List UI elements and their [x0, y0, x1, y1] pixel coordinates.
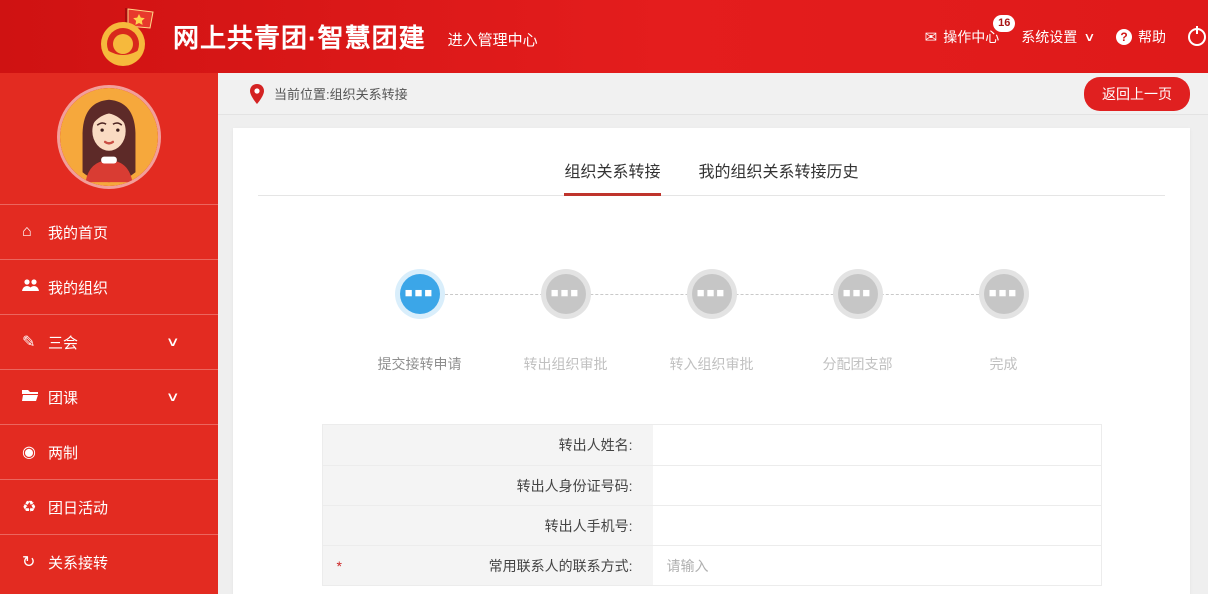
edit-icon: ✎: [22, 334, 36, 351]
step-submit-application: ■■■ 提交接转申请: [347, 274, 493, 374]
sidebar-item-home[interactable]: ⌂ 我的首页: [0, 204, 218, 259]
tab-relation-transfer[interactable]: 组织关系转接: [564, 158, 661, 196]
form-row-name: 转出人姓名:: [322, 425, 1101, 465]
sidebar-item-label: 两制: [48, 444, 79, 462]
tab-bar: 组织关系转接 我的组织关系转接历史: [258, 128, 1165, 196]
chevron-down-icon: ∨: [1083, 29, 1096, 44]
enter-admin-link[interactable]: 进入管理中心: [448, 29, 538, 50]
sidebar-item-two-systems[interactable]: ◉ 两制: [0, 424, 218, 479]
step-incoming-approval: ■■■ 转入组织审批: [639, 274, 785, 374]
app-title: 网上共青团·智慧团建: [173, 23, 426, 53]
sidebar-item-organization[interactable]: 我的组织: [0, 259, 218, 314]
help-menu[interactable]: ? 帮助: [1116, 27, 1166, 47]
users-icon: [22, 278, 48, 297]
phone-value: [652, 506, 1101, 545]
sidebar-item-label: 三会: [48, 334, 79, 352]
ellipsis-icon: ■■■: [696, 284, 727, 300]
logout-button[interactable]: [1188, 25, 1206, 46]
app-header: 网上共青团·智慧团建 进入管理中心 ✉ 操作中心 16 系统设置 ∨ ? 帮助: [0, 0, 1208, 73]
home-icon: ⌂: [22, 223, 32, 240]
sidebar-item-label: 我的组织: [48, 279, 109, 297]
breadcrumb: 当前位置:组织关系转接: [274, 87, 408, 102]
step-circle: ■■■: [983, 274, 1024, 314]
sidebar-item-meetings[interactable]: ✎ 三会 ∨: [0, 314, 218, 369]
folder-icon: [22, 388, 48, 407]
main-content: 当前位置:组织关系转接 返回上一页 组织关系转接 我的组织关系转接历史 ■■■ …: [218, 73, 1208, 594]
required-asterisk: *: [336, 557, 342, 574]
league-emblem-logo: [95, 6, 159, 68]
chevron-down-icon: ∨: [166, 389, 181, 404]
help-icon: ?: [1116, 28, 1132, 45]
system-settings-menu[interactable]: 系统设置 ∨: [1021, 27, 1096, 47]
notification-badge: 16: [993, 14, 1016, 32]
location-pin-icon: [250, 83, 264, 104]
back-button[interactable]: 返回上一页: [1084, 76, 1190, 111]
contact-method-input[interactable]: [666, 557, 1079, 574]
step-circle: ■■■: [837, 274, 878, 314]
step-circle: ■■■: [691, 274, 732, 314]
step-progress: ■■■ 提交接转申请 ■■■ 转出组织审批 ■■■ 转入组织审批 ■■■ 分配团…: [347, 274, 1077, 374]
ellipsis-icon: ■■■: [550, 284, 581, 300]
recycle-icon: ♻: [22, 499, 37, 516]
sidebar-item-label: 团日活动: [48, 499, 109, 517]
avatar[interactable]: [60, 88, 158, 186]
ellipsis-icon: ■■■: [988, 284, 1019, 300]
sidebar-item-league-day[interactable]: ♻ 团日活动: [0, 479, 218, 534]
sidebar-item-league-class[interactable]: 团课 ∨: [0, 369, 218, 424]
chevron-down-icon: ∨: [166, 334, 181, 349]
step-complete: ■■■ 完成: [931, 274, 1077, 374]
target-icon: ◉: [22, 444, 36, 461]
help-label: 帮助: [1138, 28, 1166, 45]
mail-icon: ✉: [924, 28, 938, 46]
sidebar-item-label: 我的首页: [48, 224, 109, 242]
ellipsis-icon: ■■■: [842, 284, 873, 300]
system-settings-label: 系统设置: [1021, 28, 1078, 45]
breadcrumb-bar: 当前位置:组织关系转接 返回上一页: [218, 73, 1208, 115]
sidebar-item-relation-transfer[interactable]: ↻ 关系接转: [0, 534, 218, 589]
sidebar-item-label: 团课: [48, 389, 79, 407]
tab-transfer-history[interactable]: 我的组织关系转接历史: [699, 158, 859, 195]
step-circle: ■■■: [399, 274, 440, 314]
content-card: 组织关系转接 我的组织关系转接历史 ■■■ 提交接转申请 ■■■ 转出组织审批: [233, 128, 1190, 594]
sync-icon: ↻: [22, 554, 36, 571]
action-center-menu[interactable]: ✉ 操作中心 16: [924, 14, 1016, 47]
step-assign-branch: ■■■ 分配团支部: [785, 274, 931, 374]
action-center-label: 操作中心: [943, 28, 1000, 45]
id-number-value: [652, 466, 1101, 505]
sidebar-item-label: 关系接转: [48, 554, 109, 572]
step-circle: ■■■: [545, 274, 586, 314]
sidebar: ⌂ 我的首页 我的组织 ✎ 三会 ∨ 团课 ∨ ◉ 两制 ♻ 团日活动 ↻ 关系…: [0, 73, 218, 594]
power-icon: [1188, 25, 1206, 46]
name-value: [652, 425, 1101, 465]
form-row-phone: 转出人手机号:: [322, 505, 1101, 545]
step-outgoing-approval: ■■■ 转出组织审批: [493, 274, 639, 374]
form-row-id-number: 转出人身份证号码:: [322, 465, 1101, 505]
form-row-contact-method: * 常用联系人的联系方式:: [322, 545, 1101, 585]
ellipsis-icon: ■■■: [404, 284, 435, 300]
transfer-form: 转出人姓名: 转出人身份证号码: 转出人手机号: * 常用联系人的联系方式:: [321, 424, 1102, 586]
